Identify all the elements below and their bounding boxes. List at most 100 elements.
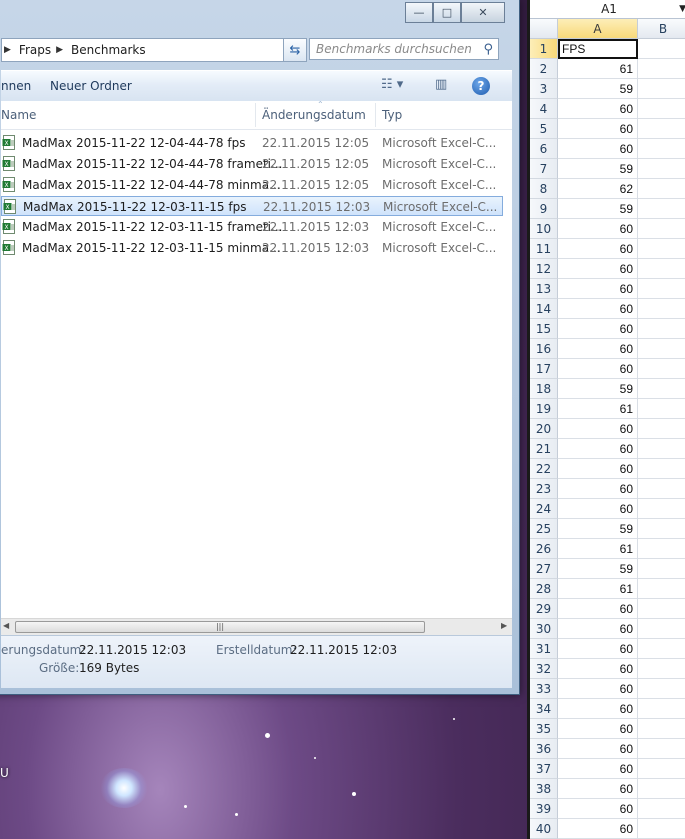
scrollbar-thumb[interactable]: ||| (15, 621, 425, 633)
row-header[interactable]: 23 (530, 479, 558, 499)
row-header[interactable]: 31 (530, 639, 558, 659)
cell[interactable] (638, 39, 685, 59)
search-input[interactable]: Benchmarks durchsuchen ⚲ (309, 38, 499, 60)
cell[interactable]: 59 (558, 559, 638, 579)
search-icon[interactable]: ⚲ (483, 42, 493, 57)
cell[interactable] (638, 399, 685, 419)
cell[interactable] (638, 779, 685, 799)
cell[interactable] (638, 59, 685, 79)
cell[interactable] (638, 99, 685, 119)
column-header-a[interactable]: A (558, 19, 638, 39)
row-header[interactable]: 3 (530, 79, 558, 99)
cell[interactable]: 59 (558, 519, 638, 539)
row-header[interactable]: 36 (530, 739, 558, 759)
row-header[interactable]: 18 (530, 379, 558, 399)
row-header[interactable]: 8 (530, 179, 558, 199)
cell[interactable] (638, 499, 685, 519)
cell[interactable]: 59 (558, 379, 638, 399)
cell[interactable]: 60 (558, 439, 638, 459)
cell[interactable] (638, 719, 685, 739)
cell[interactable] (638, 639, 685, 659)
name-box[interactable]: A1 ▼ (530, 0, 685, 19)
select-all-corner[interactable] (530, 19, 558, 39)
row-header[interactable]: 32 (530, 659, 558, 679)
row-header[interactable]: 27 (530, 559, 558, 579)
cell[interactable] (638, 219, 685, 239)
minimize-button[interactable]: — (405, 2, 433, 23)
row-header[interactable]: 19 (530, 399, 558, 419)
row-header[interactable]: 25 (530, 519, 558, 539)
address-bar[interactable]: ▶ Fraps ▶ Benchmarks ▼ (1, 38, 304, 62)
cell[interactable] (638, 379, 685, 399)
row-header[interactable]: 33 (530, 679, 558, 699)
cell[interactable] (638, 299, 685, 319)
cell[interactable] (638, 799, 685, 819)
cell[interactable]: 60 (558, 219, 638, 239)
help-icon[interactable]: ? (472, 77, 490, 95)
cell[interactable]: 60 (558, 799, 638, 819)
cell[interactable]: 61 (558, 579, 638, 599)
view-options-icon[interactable]: ☷ ▾ (381, 77, 403, 92)
close-button[interactable]: ✕ (461, 2, 505, 23)
cell[interactable]: 62 (558, 179, 638, 199)
cell[interactable]: 60 (558, 739, 638, 759)
cell[interactable] (638, 579, 685, 599)
cell[interactable]: 60 (558, 599, 638, 619)
cell[interactable] (638, 679, 685, 699)
row-header[interactable]: 2 (530, 59, 558, 79)
cell[interactable] (638, 79, 685, 99)
row-header[interactable]: 1 (530, 39, 558, 59)
preview-pane-icon[interactable]: ▥ (435, 77, 447, 92)
cell[interactable] (638, 159, 685, 179)
row-header[interactable]: 9 (530, 199, 558, 219)
cell[interactable] (638, 359, 685, 379)
desktop-icon-label[interactable]: U (0, 766, 9, 780)
cell[interactable] (638, 339, 685, 359)
cell[interactable]: 61 (558, 399, 638, 419)
cell[interactable] (638, 619, 685, 639)
refresh-button[interactable]: ⇆ (283, 38, 307, 62)
file-row[interactable]: X MadMax 2015-11-22 12-04-44-78 minma... 2… (1, 175, 503, 195)
cell[interactable]: 59 (558, 159, 638, 179)
cell[interactable] (638, 559, 685, 579)
new-folder-button[interactable]: Neuer Ordner (50, 79, 132, 93)
breadcrumb-fraps[interactable]: Fraps (19, 43, 51, 57)
cell[interactable]: 60 (558, 619, 638, 639)
row-header[interactable]: 35 (530, 719, 558, 739)
cell[interactable] (638, 539, 685, 559)
cell[interactable]: 60 (558, 719, 638, 739)
toolbar-item-partial[interactable]: nnen (1, 79, 31, 93)
cell[interactable] (638, 179, 685, 199)
row-header[interactable]: 30 (530, 619, 558, 639)
cell[interactable]: 60 (558, 459, 638, 479)
cell[interactable] (638, 659, 685, 679)
row-header[interactable]: 11 (530, 239, 558, 259)
row-header[interactable]: 22 (530, 459, 558, 479)
row-header[interactable]: 37 (530, 759, 558, 779)
cell[interactable] (638, 439, 685, 459)
cell[interactable]: 60 (558, 659, 638, 679)
row-header[interactable]: 28 (530, 579, 558, 599)
cell[interactable] (638, 139, 685, 159)
column-header-b[interactable]: B (638, 19, 685, 39)
horizontal-scrollbar[interactable]: ◀ ||| ▶ (1, 618, 512, 636)
column-header-type[interactable]: Typ (382, 108, 402, 122)
breadcrumb-arrow-icon[interactable]: ▶ (56, 45, 63, 55)
row-header[interactable]: 14 (530, 299, 558, 319)
row-header[interactable]: 34 (530, 699, 558, 719)
row-header[interactable]: 17 (530, 359, 558, 379)
cell[interactable] (638, 819, 685, 839)
cell[interactable] (638, 119, 685, 139)
cell[interactable] (638, 419, 685, 439)
cell[interactable]: 60 (558, 359, 638, 379)
cell[interactable]: 60 (558, 479, 638, 499)
column-divider[interactable] (255, 103, 256, 127)
cell[interactable] (638, 459, 685, 479)
cell[interactable] (638, 739, 685, 759)
column-header-name[interactable]: Name (1, 108, 36, 122)
cell[interactable] (638, 699, 685, 719)
cell[interactable]: 59 (558, 199, 638, 219)
column-divider[interactable] (375, 103, 376, 127)
cell[interactable]: 60 (558, 639, 638, 659)
cell[interactable] (638, 199, 685, 219)
